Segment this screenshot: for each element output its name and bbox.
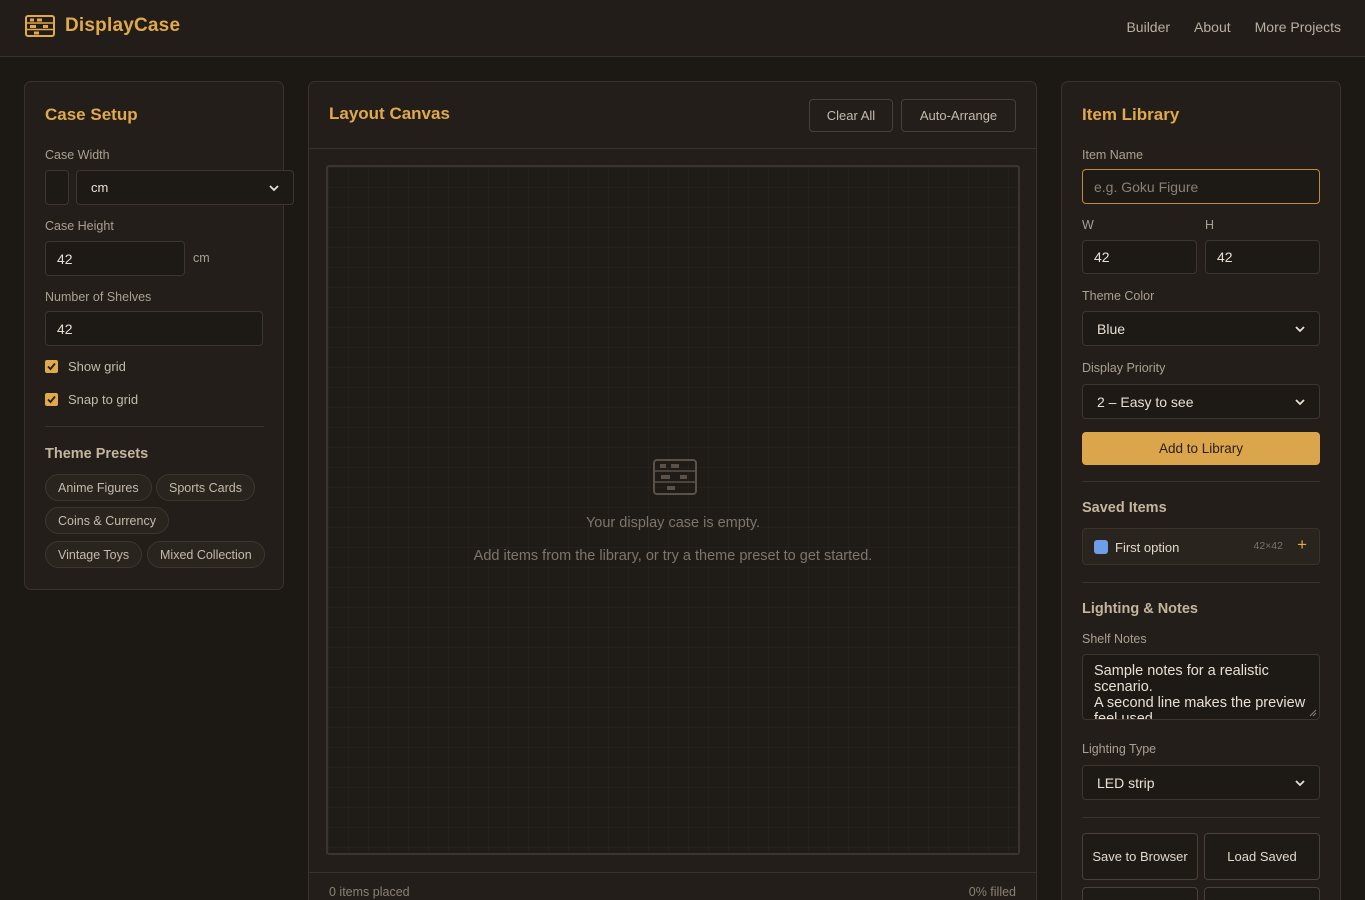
divider <box>1082 481 1320 482</box>
item-library-title: Item Library <box>1082 105 1180 124</box>
layout-canvas[interactable]: Your display case is empty. Add items fr… <box>326 165 1020 855</box>
save-to-browser-button[interactable]: Save to Browser <box>1082 833 1198 880</box>
saved-items-title: Saved Items <box>1082 500 1167 516</box>
theme-presets-title: Theme Presets <box>45 446 149 462</box>
auto-arrange-button[interactable]: Auto-Arrange <box>901 99 1016 132</box>
lighting-type-select[interactable]: LED strip <box>1082 765 1320 800</box>
saved-item-size: 42×42 <box>1253 540 1284 552</box>
display-priority-value: 2 – Easy to see <box>1097 393 1194 410</box>
preset-mixed-collection[interactable]: Mixed Collection <box>147 541 265 568</box>
case-setup-title: Case Setup <box>45 105 138 124</box>
height-label: H <box>1205 218 1215 232</box>
notes-line: Sample notes for a realistic <box>1094 663 1269 679</box>
layout-canvas-panel: Layout Canvas Clear All Auto-Arrange You… <box>308 81 1037 900</box>
snap-grid-label: Snap to grid <box>68 392 139 407</box>
show-grid-label: Show grid <box>68 359 126 374</box>
theme-color-label: Theme Color <box>1082 289 1155 303</box>
main-nav: Builder About More Projects <box>1126 19 1341 35</box>
case-height-input[interactable]: 42 <box>45 241 185 276</box>
case-width-input[interactable] <box>45 170 69 205</box>
display-priority-select[interactable]: 2 – Easy to see <box>1082 384 1320 419</box>
case-height-unit: cm <box>193 251 210 265</box>
nav-about[interactable]: About <box>1194 19 1231 35</box>
theme-color-value: Blue <box>1097 320 1126 337</box>
resize-handle-icon[interactable] <box>1309 709 1317 717</box>
chevron-down-icon <box>1295 779 1305 786</box>
lighting-type-label: Lighting Type <box>1082 742 1157 756</box>
lighting-notes-title: Lighting & Notes <box>1082 601 1198 617</box>
shelves-input[interactable]: 42 <box>45 311 263 346</box>
nav-builder[interactable]: Builder <box>1126 19 1170 35</box>
preset-sports-cards[interactable]: Sports Cards <box>156 474 255 501</box>
snap-grid-checkbox[interactable]: Snap to grid <box>45 392 138 407</box>
item-height-input[interactable]: 42 <box>1205 240 1320 274</box>
preset-anime-figures[interactable]: Anime Figures <box>45 474 152 501</box>
checkmark-icon <box>45 360 58 373</box>
layout-canvas-title: Layout Canvas <box>329 104 450 123</box>
width-unit-value: cm <box>91 180 109 195</box>
theme-color-select[interactable]: Blue <box>1082 311 1320 346</box>
add-to-library-button[interactable]: Add to Library <box>1082 432 1320 465</box>
load-saved-button[interactable]: Load Saved <box>1204 833 1320 880</box>
chevron-down-icon <box>1295 325 1305 332</box>
case-width-label: Case Width <box>45 148 110 162</box>
show-grid-checkbox[interactable]: Show grid <box>45 359 126 374</box>
nav-more-projects[interactable]: More Projects <box>1255 19 1341 35</box>
lighting-type-value: LED strip <box>1097 774 1155 791</box>
divider <box>309 872 1036 873</box>
notes-line: A second line makes the preview <box>1094 695 1306 711</box>
divider <box>1082 817 1320 818</box>
extra-action-button[interactable] <box>1204 887 1320 900</box>
extra-action-button[interactable] <box>1082 887 1198 900</box>
shelf-notes-textarea[interactable]: Sample notes for a realistic scenario. A… <box>1082 654 1320 720</box>
case-setup-panel: Case Setup Case Width cm Case Height 42 … <box>24 81 294 590</box>
divider <box>1082 582 1320 583</box>
case-height-label: Case Height <box>45 219 114 233</box>
empty-state-subtitle: Add items from the library, or try a the… <box>473 548 873 564</box>
brand[interactable]: DisplayCase <box>25 15 180 37</box>
item-name-label: Item Name <box>1082 148 1144 162</box>
preset-coins-currency[interactable]: Coins & Currency <box>45 507 169 534</box>
display-case-logo-icon <box>25 15 55 37</box>
preset-vintage-toys[interactable]: Vintage Toys <box>45 541 143 568</box>
item-name-input[interactable]: e.g. Goku Figure <box>1082 169 1320 204</box>
checkmark-icon <box>45 393 58 406</box>
shelves-label: Number of Shelves <box>45 290 152 304</box>
width-unit-select[interactable]: cm <box>76 170 294 205</box>
shelf-notes-label: Shelf Notes <box>1082 632 1147 646</box>
add-to-canvas-icon[interactable]: + <box>1297 535 1307 555</box>
divider <box>45 426 264 427</box>
saved-item[interactable]: First option 42×42 + <box>1082 528 1320 565</box>
color-swatch <box>1094 540 1108 554</box>
saved-item-name: First option <box>1115 540 1180 555</box>
item-library-panel: Item Library Item Name e.g. Goku Figure … <box>1061 81 1341 900</box>
notes-line: feel used. <box>1094 711 1157 720</box>
chevron-down-icon <box>1295 398 1305 405</box>
divider <box>309 148 1036 149</box>
brand-name: DisplayCase <box>65 15 181 36</box>
notes-line: scenario. <box>1094 679 1153 695</box>
percent-filled: 0% filled <box>968 885 1016 899</box>
display-priority-label: Display Priority <box>1082 361 1166 375</box>
empty-state-title: Your display case is empty. <box>585 515 761 531</box>
top-bar: DisplayCase Builder About More Projects <box>0 0 1365 57</box>
width-label: W <box>1082 218 1094 232</box>
items-placed-count: 0 items placed <box>329 885 410 899</box>
display-case-icon <box>653 459 697 495</box>
clear-all-button[interactable]: Clear All <box>809 99 893 132</box>
chevron-down-icon <box>269 184 279 191</box>
item-width-input[interactable]: 42 <box>1082 240 1197 274</box>
